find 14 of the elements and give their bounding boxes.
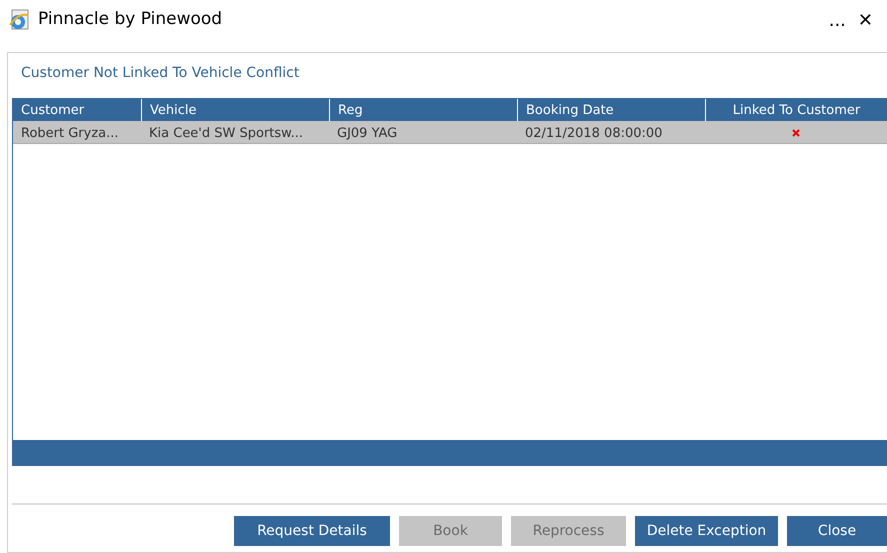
close-button[interactable]: ✕ [852,6,879,34]
action-button[interactable]: Delete Exception [635,516,778,546]
conflict-heading: Customer Not Linked To Vehicle Conflict [21,65,300,81]
action-button[interactable]: Request Details [234,516,390,546]
table-cell: 02/11/2018 08:00:00 [525,126,662,141]
table-cell: Robert Gryza... [21,126,119,141]
app-icon [8,9,30,31]
window-title: Pinnacle by Pinewood [38,8,222,32]
table-cell: Kia Cee'd SW Sportsw... [149,126,304,141]
column-header[interactable]: Customer [13,99,141,122]
more-button[interactable]: ... [822,6,852,34]
table-row[interactable]: Robert Gryza... Kia Cee'd SW Sportsw... GJ09 YAG 02/11/2018 08:00:00 [13,121,887,144]
action-button[interactable]: Close [787,516,887,546]
table-cell: GJ09 YAG [337,126,398,141]
